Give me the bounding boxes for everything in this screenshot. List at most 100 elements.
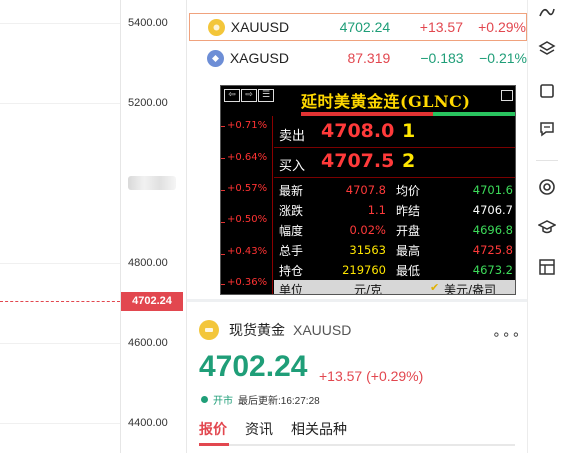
curve-tool-icon[interactable] bbox=[538, 4, 556, 22]
gridline bbox=[0, 343, 120, 344]
stat-value: 4701.6 bbox=[472, 183, 513, 197]
symbol: XAGUSD bbox=[229, 50, 289, 66]
menu-icon[interactable]: ☰ bbox=[258, 89, 274, 102]
gold-coin-icon bbox=[208, 18, 225, 36]
scale-label: +0.43% bbox=[227, 246, 268, 257]
stat-label: 持仓 bbox=[279, 264, 304, 278]
maximize-icon[interactable] bbox=[501, 90, 513, 101]
gridline bbox=[0, 103, 120, 104]
stat-label: 涨跌 bbox=[279, 204, 304, 218]
popup-title: 延时美黄金连(GLNC) bbox=[301, 92, 471, 111]
market-status: 开市 最后更新:16:27:28 bbox=[201, 392, 320, 407]
stat-label: 均价 bbox=[396, 184, 421, 198]
layers-icon[interactable] bbox=[538, 40, 556, 58]
y-tick-label: 4600.00 bbox=[128, 337, 168, 349]
gridline bbox=[0, 263, 120, 264]
rectangle-tool-icon[interactable] bbox=[538, 82, 556, 100]
comment-icon[interactable] bbox=[538, 120, 556, 138]
more-options-icon[interactable]: ∘∘∘ bbox=[492, 326, 521, 343]
watchlist-row-xauusd[interactable]: XAUUSD 4702.24 +13.57 +0.29% bbox=[189, 13, 527, 41]
stat-value: 31563 bbox=[349, 243, 386, 257]
market-open-label: 开市 bbox=[213, 396, 233, 407]
stat-row: 总手 31563 最高 4725.8 bbox=[274, 240, 515, 260]
gridline bbox=[0, 423, 120, 424]
detail-tabs: 报价 资讯 相关品种 bbox=[199, 419, 365, 439]
gold-coin-icon bbox=[199, 320, 219, 340]
y-tick-label: 5400.00 bbox=[128, 17, 168, 29]
price-change: −0.183 bbox=[420, 50, 464, 66]
stat-label: 幅度 bbox=[279, 224, 304, 238]
tab-news[interactable]: 资讯 bbox=[245, 419, 273, 439]
table-icon[interactable] bbox=[538, 258, 556, 276]
popup-titlebar: ⇦ ⇨ ☰ 延时美黄金连(GLNC) bbox=[221, 86, 515, 112]
unit-row[interactable]: 单位 元/克 ✔ 美元/盎司 bbox=[274, 280, 515, 295]
buy-qty: 2 bbox=[402, 150, 416, 172]
symbol: XAUUSD bbox=[230, 19, 290, 35]
stat-value: 4696.8 bbox=[472, 223, 513, 237]
stat-value: 4706.7 bbox=[472, 203, 513, 217]
quote-details: 卖出 4708.0 1 买入 4707.5 2 最新 4707.8 均价 470… bbox=[274, 116, 515, 295]
section-divider bbox=[187, 299, 527, 302]
price-chart[interactable]: 5400.00 5200.00 4800.00 4600.00 4400.00 … bbox=[0, 0, 185, 453]
scale-label: +0.71% bbox=[227, 120, 268, 131]
status-dot-icon bbox=[201, 396, 208, 403]
stat-value: 4673.2 bbox=[472, 263, 513, 277]
last-price: 4702.24 bbox=[339, 19, 391, 35]
y-tick-label: 4800.00 bbox=[128, 257, 168, 269]
gridline bbox=[0, 23, 120, 24]
unit-label: 单位 bbox=[279, 283, 304, 295]
stat-label: 总手 bbox=[279, 244, 304, 258]
tab-quote[interactable]: 报价 bbox=[199, 419, 227, 439]
silver-coin-icon bbox=[207, 49, 224, 67]
unit-ounce[interactable]: 美元/盎司 bbox=[444, 281, 496, 294]
stat-row: 涨跌 1.1 昨结 4706.7 bbox=[274, 200, 515, 220]
instrument-name: 现货黄金 bbox=[229, 322, 285, 338]
next-icon[interactable]: ⇨ bbox=[241, 89, 257, 102]
scale-label: +0.36% bbox=[227, 277, 268, 288]
stat-row: 幅度 0.02% 开盘 4696.8 bbox=[274, 220, 515, 240]
last-price: 87.319 bbox=[347, 50, 391, 66]
buy-row: 买入 4707.5 2 bbox=[274, 148, 515, 178]
sell-row: 卖出 4708.0 1 bbox=[274, 118, 515, 148]
active-tab-indicator bbox=[199, 443, 229, 446]
percent-change: −0.21% bbox=[479, 50, 527, 66]
education-icon[interactable] bbox=[538, 218, 556, 236]
toolbar-divider bbox=[536, 160, 558, 161]
sell-qty: 1 bbox=[402, 120, 416, 142]
unit-gram[interactable]: 元/克 bbox=[354, 281, 382, 294]
stat-row: 最新 4707.8 均价 4701.6 bbox=[274, 180, 515, 200]
tab-related[interactable]: 相关品种 bbox=[291, 419, 347, 439]
instrument-header: 现货黄金 XAUUSD bbox=[199, 320, 351, 340]
quote-stats: 最新 4707.8 均价 4701.6 涨跌 1.1 昨结 4706.7 幅度 … bbox=[274, 180, 515, 280]
last-update: 最后更新:16:27:28 bbox=[238, 396, 320, 407]
y-tick-label: 4400.00 bbox=[128, 417, 168, 429]
stat-value: 1.1 bbox=[367, 203, 386, 217]
scale-label: +0.64% bbox=[227, 152, 268, 163]
percent-change: +0.29% bbox=[478, 19, 526, 35]
stat-value: 219760 bbox=[342, 263, 386, 277]
instrument-code: XAUUSD bbox=[293, 322, 352, 338]
current-price: 4702.24 bbox=[199, 350, 308, 383]
price-change: +13.57 bbox=[419, 19, 463, 35]
percent-scale: +0.71% +0.64% +0.57% +0.50% +0.43% +0.36… bbox=[221, 116, 273, 294]
stat-label: 开盘 bbox=[396, 224, 421, 238]
sell-price: 4708.0 bbox=[321, 120, 395, 142]
stat-value: 0.02% bbox=[349, 223, 386, 237]
stat-label: 昨结 bbox=[396, 204, 421, 218]
check-icon: ✔ bbox=[430, 281, 440, 294]
quote-popup[interactable]: ⇦ ⇨ ☰ 延时美黄金连(GLNC) +0.71% +0.64% +0.57% … bbox=[220, 85, 516, 295]
current-price-tag: 4702.24 bbox=[121, 292, 183, 311]
price-change: +13.57 (+0.29%) bbox=[319, 368, 424, 384]
scale-label: +0.57% bbox=[227, 183, 268, 194]
stat-label: 最低 bbox=[396, 264, 421, 278]
stat-value: 4725.8 bbox=[472, 243, 513, 257]
quote-panel: XAUUSD 4702.24 +13.57 +0.29% XAGUSD 87.3… bbox=[186, 0, 527, 453]
target-icon[interactable] bbox=[538, 178, 556, 196]
watchlist-row-xagusd[interactable]: XAGUSD 87.319 −0.183 −0.21% bbox=[189, 44, 527, 72]
buy-price: 4707.5 bbox=[321, 150, 395, 172]
prev-icon[interactable]: ⇦ bbox=[224, 89, 240, 102]
sell-label: 卖出 bbox=[279, 129, 306, 144]
scale-label: +0.50% bbox=[227, 214, 268, 225]
current-price-line bbox=[0, 301, 120, 302]
axis-divider bbox=[120, 0, 121, 453]
